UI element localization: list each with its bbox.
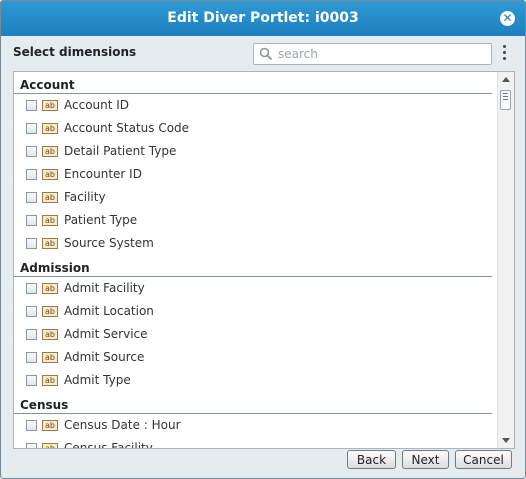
search-box[interactable] [253,43,492,65]
cancel-button[interactable]: Cancel [455,450,512,469]
dimensions-list[interactable]: Account ab Account ID ab Account Status Code… [13,71,515,449]
group-header: Admission [14,255,492,277]
search-icon [259,47,273,61]
list-item[interactable]: ab Account Status Code [14,117,496,140]
item-label: Detail Patient Type [64,144,177,158]
item-checkbox[interactable] [26,420,37,431]
text-type-icon: ab [42,375,58,386]
group-header: Account [14,72,492,94]
item-label: Patient Type [64,213,138,227]
text-type-icon: ab [42,420,58,431]
item-label: Encounter ID [64,167,142,181]
item-checkbox[interactable] [26,192,37,203]
list-item[interactable]: ab Source System [14,232,496,255]
item-label: Facility [64,190,106,204]
item-label: Admit Source [64,350,145,364]
close-icon[interactable]: ✕ [500,11,515,26]
text-type-icon: ab [42,329,58,340]
text-type-icon: ab [42,352,58,363]
item-checkbox[interactable] [26,352,37,363]
item-checkbox[interactable] [26,146,37,157]
text-type-icon: ab [42,443,58,448]
item-label: Admit Location [64,304,154,318]
list-item[interactable]: ab Census Facility [14,437,496,449]
item-label: Admit Facility [64,281,145,295]
item-checkbox[interactable] [26,283,37,294]
vertical-scrollbar[interactable] [497,72,514,448]
item-checkbox[interactable] [26,123,37,134]
list-item[interactable]: ab Admit Type [14,369,496,392]
dialog-title: Edit Diver Portlet: i0003 [167,10,359,26]
item-checkbox[interactable] [26,238,37,249]
text-type-icon: ab [42,146,58,157]
list-item[interactable]: ab Encounter ID [14,163,496,186]
search-input[interactable] [276,45,488,63]
item-checkbox[interactable] [26,169,37,180]
list-item[interactable]: ab Admit Facility [14,277,496,300]
next-button[interactable]: Next [402,450,449,469]
item-label: Admit Service [64,327,148,341]
back-button[interactable]: Back [347,450,396,469]
dialog-titlebar[interactable]: Edit Diver Portlet: i0003 ✕ [1,1,525,36]
item-label: Account ID [64,98,130,112]
section-title: Select dimensions [13,45,137,59]
group-header: Census [14,392,492,414]
item-label: Census Date : Hour [64,418,181,432]
dimensions-list-content: Account ab Account ID ab Account Status Code… [14,72,496,449]
text-type-icon: ab [42,283,58,294]
list-item[interactable]: ab Facility [14,186,496,209]
text-type-icon: ab [42,169,58,180]
list-item[interactable]: ab Census Date : Hour [14,414,496,437]
scroll-thumb[interactable] [500,90,511,110]
list-item[interactable]: ab Admit Source [14,346,496,369]
list-item[interactable]: ab Admit Location [14,300,496,323]
scroll-up-icon[interactable] [502,77,510,82]
list-item[interactable]: ab Patient Type [14,209,496,232]
item-label: Account Status Code [64,121,190,135]
item-checkbox[interactable] [26,443,37,448]
item-checkbox[interactable] [26,306,37,317]
item-checkbox[interactable] [26,100,37,111]
list-item[interactable]: ab Admit Service [14,323,496,346]
kebab-menu-icon[interactable] [501,45,507,63]
text-type-icon: ab [42,192,58,203]
text-type-icon: ab [42,100,58,111]
list-item[interactable]: ab Account ID [14,94,496,117]
item-label: Source System [64,236,154,250]
text-type-icon: ab [42,306,58,317]
list-item[interactable]: ab Detail Patient Type [14,140,496,163]
item-label: Census Facility [64,441,153,449]
scroll-down-icon[interactable] [502,438,510,443]
item-checkbox[interactable] [26,375,37,386]
text-type-icon: ab [42,123,58,134]
text-type-icon: ab [42,215,58,226]
text-type-icon: ab [42,238,58,249]
item-label: Admit Type [64,373,131,387]
edit-diver-portlet-dialog: Edit Diver Portlet: i0003 ✕ Select dimen… [0,0,526,479]
item-checkbox[interactable] [26,329,37,340]
item-checkbox[interactable] [26,215,37,226]
